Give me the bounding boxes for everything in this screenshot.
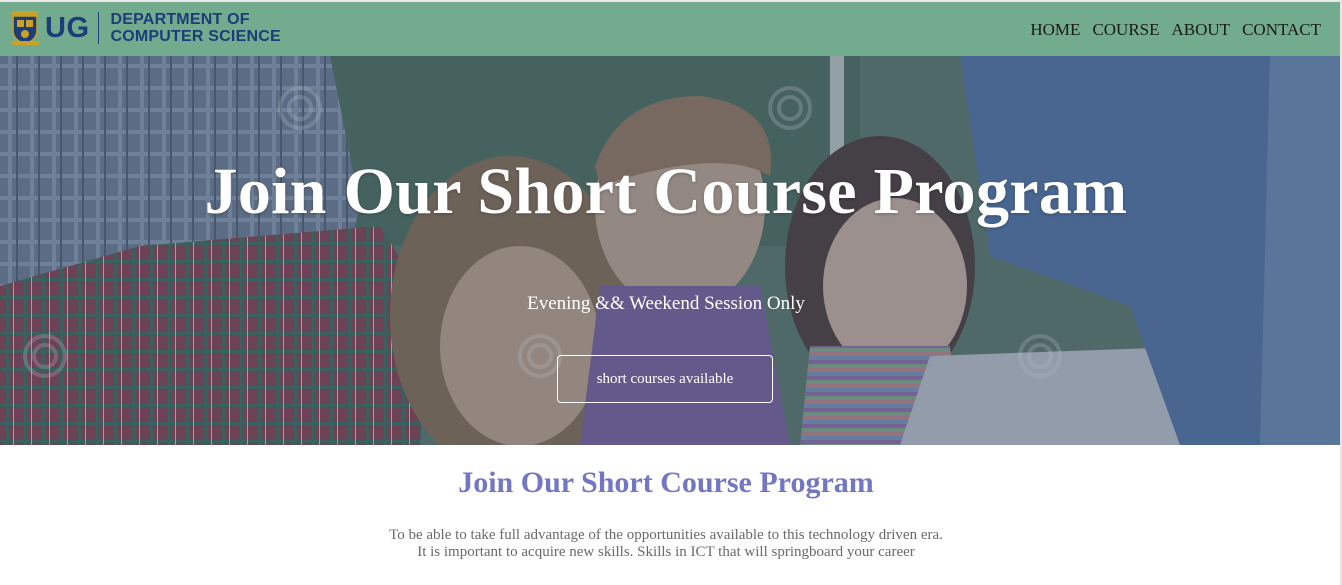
hero-subtitle: Evening && Weekend Session Only [527, 293, 805, 314]
navbar: UG DEPARTMENT OF COMPUTER SCIENCE HOME C… [0, 0, 1342, 56]
brand-divider [97, 12, 99, 44]
nav-link-about[interactable]: ABOUT [1172, 20, 1231, 40]
brand-department-name: DEPARTMENT OF COMPUTER SCIENCE [111, 11, 281, 45]
university-crest-icon [10, 10, 40, 46]
hero-banner: Join Our Short Course Program Evening &&… [0, 56, 1342, 445]
short-courses-button[interactable]: short courses available [557, 355, 773, 403]
brand-line-1: DEPARTMENT OF [110, 11, 250, 28]
section-text-line-1: To be able to take full advantage of the… [389, 527, 943, 543]
section-title: Join Our Short Course Program [458, 466, 874, 499]
section-text-line-2: It is important to acquire new skills. S… [417, 544, 915, 560]
brand-logo[interactable]: UG DEPARTMENT OF COMPUTER SCIENCE [10, 8, 281, 48]
nav-link-course[interactable]: COURSE [1092, 20, 1159, 40]
nav-link-home[interactable]: HOME [1030, 20, 1080, 40]
page: UG DEPARTMENT OF COMPUTER SCIENCE HOME C… [0, 0, 1342, 585]
brand-line-2: COMPUTER SCIENCE [110, 28, 281, 45]
section-description: To be able to take full advantage of the… [0, 527, 1332, 561]
brand-ug-text: UG [45, 11, 90, 44]
nav-link-contact[interactable]: CONTACT [1242, 20, 1321, 40]
hero-title: Join Our Short Course Program [204, 155, 1128, 228]
nav-links: HOME COURSE ABOUT CONTACT [1030, 20, 1321, 40]
